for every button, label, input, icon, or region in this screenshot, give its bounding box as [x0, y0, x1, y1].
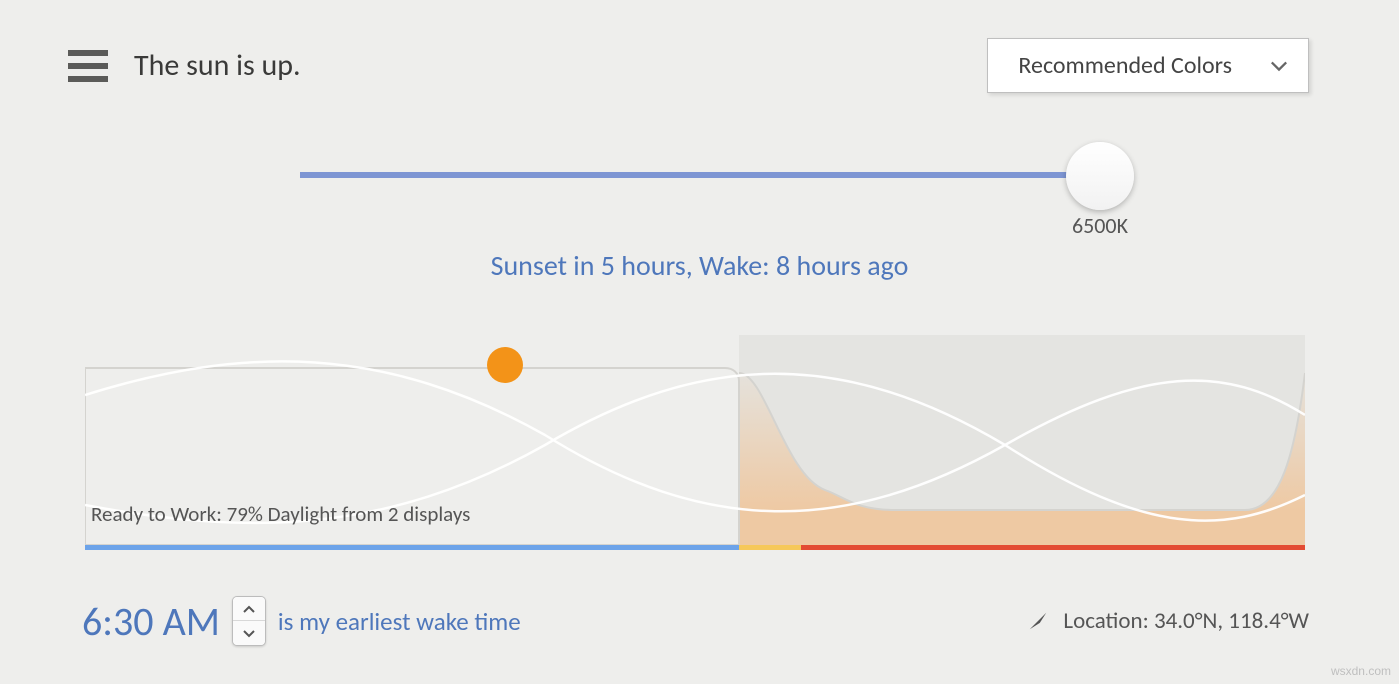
chevron-down-icon: [243, 630, 255, 638]
header-left: The sun is up.: [68, 47, 301, 84]
slider-track: [300, 172, 1100, 178]
footer: 6:30 AM is my earliest wake time Locatio…: [82, 596, 1309, 646]
slider-handle[interactable]: [1066, 142, 1134, 210]
page-title: The sun is up.: [134, 47, 301, 84]
color-temperature-slider[interactable]: 6500K: [300, 158, 1100, 228]
wake-time-group: 6:30 AM is my earliest wake time: [82, 596, 521, 646]
wake-time-up-button[interactable]: [233, 597, 265, 621]
location-text: Location: 34.0°N, 118.4°W: [1063, 607, 1309, 635]
chevron-up-icon: [243, 605, 255, 613]
watermark: wsxdn.com: [1331, 664, 1391, 678]
timeline-night-segment: [801, 545, 1305, 550]
menu-icon[interactable]: [68, 50, 108, 82]
location-arrow-icon: [1027, 610, 1049, 632]
timeline-bar: [85, 545, 1305, 550]
wake-time-value: 6:30 AM: [82, 597, 220, 646]
sun-position-icon: [487, 347, 523, 383]
timeline-day-segment: [85, 545, 739, 550]
wake-time-down-button[interactable]: [233, 621, 265, 645]
wake-time-stepper[interactable]: [232, 596, 266, 646]
graph-caption: Ready to Work: 79% Daylight from 2 displ…: [91, 501, 470, 527]
chevron-down-icon: [1270, 60, 1288, 72]
daylight-graph: Ready to Work: 79% Daylight from 2 displ…: [85, 335, 1305, 550]
slider-value: 6500K: [1040, 212, 1160, 239]
colors-dropdown[interactable]: Recommended Colors: [987, 38, 1309, 93]
wake-time-label: is my earliest wake time: [278, 606, 521, 637]
colors-dropdown-label: Recommended Colors: [1018, 51, 1232, 80]
timeline-sunset-segment: [739, 545, 801, 550]
header: The sun is up. Recommended Colors: [68, 38, 1309, 93]
status-text: Sunset in 5 hours, Wake: 8 hours ago: [0, 248, 1399, 283]
location-group[interactable]: Location: 34.0°N, 118.4°W: [1027, 607, 1309, 635]
